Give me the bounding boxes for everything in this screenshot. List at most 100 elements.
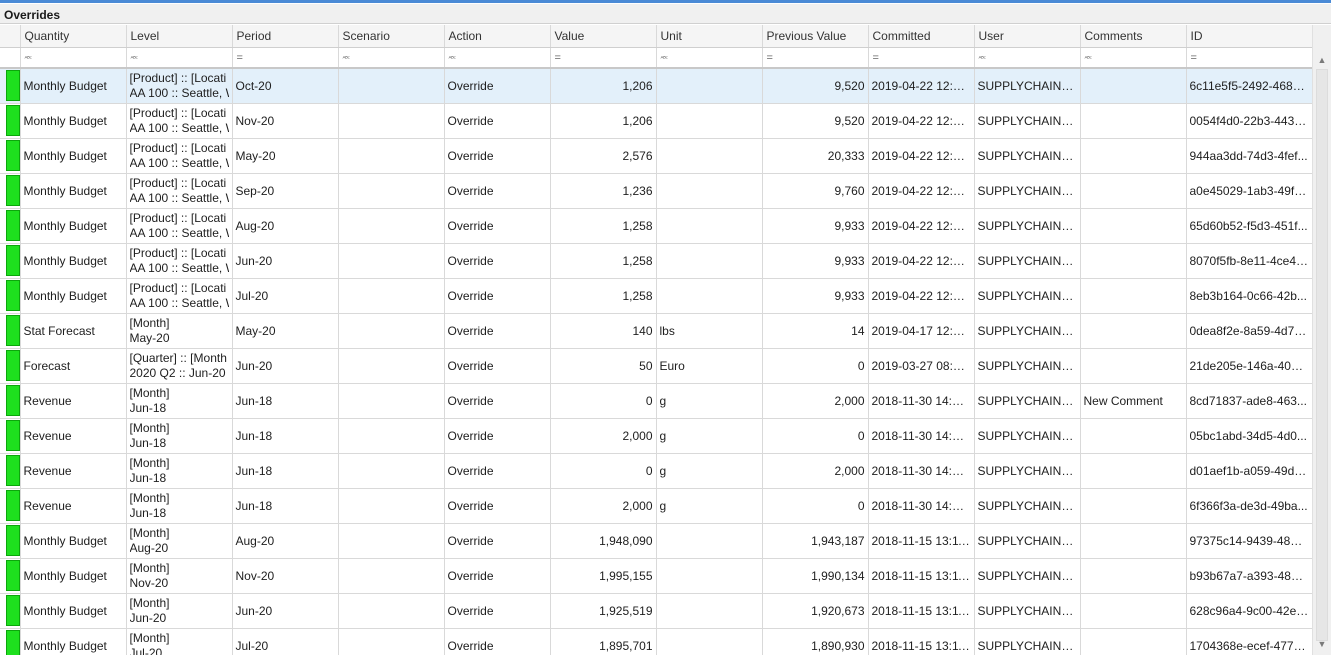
- cell-period[interactable]: Aug-20: [232, 208, 339, 244]
- cell-id[interactable]: 8eb3b164-0c66-42b...: [1186, 278, 1312, 314]
- cell-id[interactable]: 0054f4d0-22b3-443b...: [1186, 103, 1312, 139]
- table-row[interactable]: Revenue [Month] Jun-18 Jun-18 Override 0 g 2,00…: [0, 383, 1312, 419]
- cell-action[interactable]: Override: [444, 68, 551, 104]
- cell-quantity[interactable]: Monthly Budget: [20, 208, 127, 244]
- cell-user[interactable]: SUPPLYCHAIN.C...: [974, 103, 1081, 139]
- cell-prev[interactable]: 9,933: [762, 243, 869, 279]
- cell-comments[interactable]: [1080, 558, 1187, 594]
- cell-prev[interactable]: 9,933: [762, 208, 869, 244]
- cell-level[interactable]: [Product] :: [Locati AA 100 :: Seattle, W: [126, 278, 233, 314]
- cell-unit[interactable]: [656, 278, 763, 314]
- cell-id[interactable]: 65d60b52-f5d3-451f...: [1186, 208, 1312, 244]
- cell-committed[interactable]: 2019-04-17 12:50...: [868, 313, 975, 349]
- cell-scenario[interactable]: [338, 558, 445, 594]
- text-filter-icon[interactable]: ᴬᴮᶜ: [25, 55, 33, 63]
- filter-cell-prev[interactable]: =: [762, 47, 869, 69]
- text-filter-icon[interactable]: ᴬᴮᶜ: [343, 55, 351, 63]
- cell-quantity[interactable]: Revenue: [20, 383, 127, 419]
- cell-action[interactable]: Override: [444, 313, 551, 349]
- cell-prev[interactable]: 1,920,673: [762, 593, 869, 629]
- cell-comments[interactable]: [1080, 173, 1187, 209]
- cell-unit[interactable]: [656, 243, 763, 279]
- cell-id[interactable]: d01aef1b-a059-49d8...: [1186, 453, 1312, 489]
- table-row[interactable]: Monthly Budget [Product] :: [Locati AA 100…: [0, 138, 1312, 174]
- cell-committed[interactable]: 2019-04-22 12:19...: [868, 243, 975, 279]
- cell-user[interactable]: SUPPLYCHAIN.C...: [974, 488, 1081, 524]
- cell-committed[interactable]: 2019-04-22 12:19...: [868, 208, 975, 244]
- cell-action[interactable]: Override: [444, 173, 551, 209]
- cell-prev[interactable]: 2,000: [762, 383, 869, 419]
- cell-user[interactable]: SUPPLYCHAIN.C...: [974, 208, 1081, 244]
- cell-id[interactable]: 0dea8f2e-8a59-4d73...: [1186, 313, 1312, 349]
- filter-cell-level[interactable]: ᴬᴮᶜ: [126, 47, 233, 69]
- cell-prev[interactable]: 0: [762, 348, 869, 384]
- cell-scenario[interactable]: [338, 173, 445, 209]
- cell-user[interactable]: SUPPLYCHAIN.C...: [974, 348, 1081, 384]
- cell-level[interactable]: [Month] Jun-18: [126, 453, 233, 489]
- cell-user[interactable]: SUPPLYCHAIN.C...: [974, 138, 1081, 174]
- filter-cell-user[interactable]: ᴬᴮᶜ: [974, 47, 1081, 69]
- equals-filter-icon[interactable]: =: [1191, 52, 1197, 64]
- table-row[interactable]: Revenue [Month] Jun-18 Jun-18 Override 2,000 g…: [0, 418, 1312, 454]
- cell-value[interactable]: 0: [550, 453, 657, 489]
- scroll-thumb[interactable]: [1316, 69, 1328, 641]
- cell-action[interactable]: Override: [444, 103, 551, 139]
- cell-value[interactable]: 2,000: [550, 488, 657, 524]
- cell-scenario[interactable]: [338, 418, 445, 454]
- cell-unit[interactable]: [656, 523, 763, 559]
- cell-level[interactable]: [Product] :: [Locati AA 100 :: Seattle, W: [126, 103, 233, 139]
- text-filter-icon[interactable]: ᴬᴮᶜ: [1085, 55, 1093, 63]
- table-row[interactable]: Stat Forecast [Month] May-20 May-20 Override…: [0, 313, 1312, 349]
- cell-action[interactable]: Override: [444, 523, 551, 559]
- filter-cell-committed[interactable]: =: [868, 47, 975, 69]
- cell-value[interactable]: 140: [550, 313, 657, 349]
- cell-period[interactable]: Nov-20: [232, 558, 339, 594]
- cell-unit[interactable]: [656, 558, 763, 594]
- cell-action[interactable]: Override: [444, 628, 551, 655]
- cell-unit[interactable]: [656, 593, 763, 629]
- cell-id[interactable]: 21de205e-146a-4038...: [1186, 348, 1312, 384]
- cell-unit[interactable]: [656, 103, 763, 139]
- cell-level[interactable]: [Month] Jun-18: [126, 418, 233, 454]
- cell-quantity[interactable]: Monthly Budget: [20, 558, 127, 594]
- cell-prev[interactable]: 9,760: [762, 173, 869, 209]
- cell-committed[interactable]: 2018-11-15 13:11...: [868, 558, 975, 594]
- cell-unit[interactable]: [656, 628, 763, 655]
- cell-scenario[interactable]: [338, 628, 445, 655]
- cell-period[interactable]: Jun-20: [232, 243, 339, 279]
- overrides-grid[interactable]: Quantity Level Period Scenario Action Value Un…: [0, 25, 1312, 655]
- filter-cell-quantity[interactable]: ᴬᴮᶜ: [20, 47, 127, 69]
- cell-value[interactable]: 1,258: [550, 208, 657, 244]
- table-row[interactable]: Revenue [Month] Jun-18 Jun-18 Override 0 g 2,00…: [0, 453, 1312, 489]
- cell-period[interactable]: May-20: [232, 138, 339, 174]
- cell-quantity[interactable]: Revenue: [20, 488, 127, 524]
- column-header-scenario[interactable]: Scenario: [338, 25, 445, 48]
- text-filter-icon[interactable]: ᴬᴮᶜ: [131, 55, 139, 63]
- cell-committed[interactable]: 2018-11-15 13:11...: [868, 523, 975, 559]
- cell-unit[interactable]: g: [656, 453, 763, 489]
- cell-prev[interactable]: 0: [762, 488, 869, 524]
- table-row[interactable]: Monthly Budget [Product] :: [Locati AA 100…: [0, 103, 1312, 139]
- column-header-committed[interactable]: Committed: [868, 25, 975, 48]
- table-row[interactable]: Monthly Budget [Product] :: [Locati AA 100…: [0, 68, 1312, 104]
- cell-committed[interactable]: 2019-04-22 12:19...: [868, 103, 975, 139]
- cell-value[interactable]: 2,000: [550, 418, 657, 454]
- column-header-action[interactable]: Action: [444, 25, 551, 48]
- cell-unit[interactable]: Euro: [656, 348, 763, 384]
- cell-comments[interactable]: [1080, 103, 1187, 139]
- cell-committed[interactable]: 2019-04-22 12:19...: [868, 173, 975, 209]
- cell-period[interactable]: Jun-18: [232, 453, 339, 489]
- cell-action[interactable]: Override: [444, 383, 551, 419]
- cell-prev[interactable]: 9,520: [762, 103, 869, 139]
- cell-unit[interactable]: g: [656, 383, 763, 419]
- table-row[interactable]: Monthly Budget [Month] Jun-20 Jun-20 Overrid…: [0, 593, 1312, 629]
- cell-prev[interactable]: 0: [762, 418, 869, 454]
- cell-committed[interactable]: 2018-11-30 14:05...: [868, 453, 975, 489]
- cell-value[interactable]: 1,948,090: [550, 523, 657, 559]
- cell-committed[interactable]: 2018-11-15 13:11...: [868, 628, 975, 655]
- cell-user[interactable]: SUPPLYCHAIN.C...: [974, 243, 1081, 279]
- cell-quantity[interactable]: Forecast: [20, 348, 127, 384]
- cell-action[interactable]: Override: [444, 348, 551, 384]
- cell-committed[interactable]: 2019-03-27 08:43...: [868, 348, 975, 384]
- cell-user[interactable]: SUPPLYCHAIN.C...: [974, 68, 1081, 104]
